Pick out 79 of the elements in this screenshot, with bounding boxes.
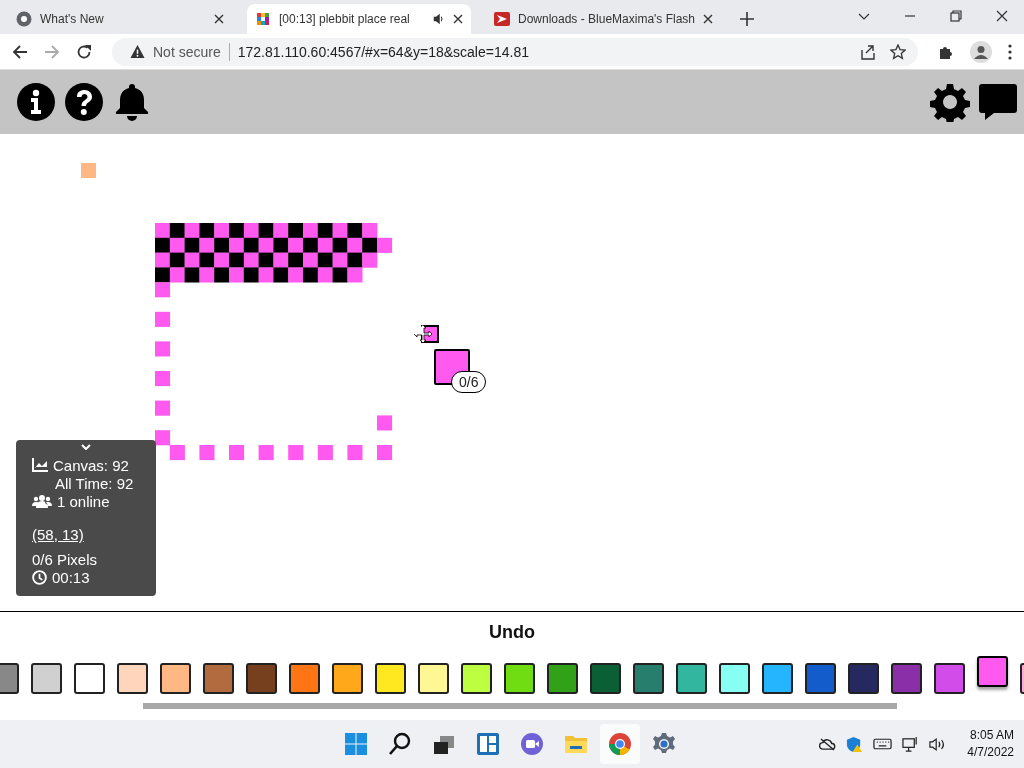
color-swatch[interactable] [633, 663, 664, 694]
share-icon[interactable] [860, 43, 876, 60]
pixel [81, 163, 96, 178]
chevron-down-icon[interactable] [81, 444, 91, 450]
all-time-count: All Time: 92 [55, 474, 134, 492]
color-swatch[interactable] [203, 663, 234, 694]
color-swatch[interactable] [590, 663, 621, 694]
browser-tab[interactable]: [00:13] plebbit place real [247, 4, 471, 34]
pixel-counter: 0/6 [451, 371, 487, 393]
address-bar[interactable]: Not secure 172.81.110.60:4567/#x=64&y=18&scale=14.81 [112, 37, 918, 66]
more-menu-icon[interactable] [1008, 43, 1012, 60]
gear-icon[interactable] [652, 732, 676, 756]
move-cursor-icon [413, 324, 439, 344]
new-tab-icon[interactable] [740, 12, 755, 26]
browser-tab[interactable]: Downloads - BlueMaxima's Flash [486, 4, 722, 34]
security-label: Not secure [153, 43, 221, 60]
speaker-icon[interactable] [433, 13, 445, 25]
users-icon [32, 494, 52, 508]
color-swatch[interactable] [160, 663, 191, 694]
warning-icon [130, 44, 145, 59]
color-swatch[interactable] [117, 663, 148, 694]
color-swatch[interactable] [977, 656, 1008, 687]
reload-icon[interactable] [76, 43, 92, 60]
close-icon[interactable] [214, 14, 224, 24]
coordinates-link[interactable]: (58, 13) [32, 526, 84, 543]
color-swatch[interactable] [375, 663, 406, 694]
close-icon[interactable] [996, 10, 1008, 22]
video-chat-icon[interactable] [520, 732, 544, 756]
info-icon[interactable] [16, 82, 56, 122]
close-icon[interactable] [703, 14, 714, 24]
url-text: 172.81.110.60:4567/#x=64&y=18&scale=14.81 [237, 43, 529, 60]
color-swatch[interactable] [289, 663, 320, 694]
color-swatch[interactable] [547, 663, 578, 694]
color-swatch[interactable] [848, 663, 879, 694]
color-swatch[interactable] [934, 663, 965, 694]
color-swatch[interactable] [332, 663, 363, 694]
canvas-count: Canvas: 92 [53, 456, 129, 474]
clock-date: 4/7/2022 [967, 744, 1014, 761]
tab-title: Downloads - BlueMaxima's Flash [518, 12, 696, 26]
chat-bubble-icon[interactable] [978, 82, 1018, 122]
color-swatch[interactable] [762, 663, 793, 694]
network-icon[interactable] [902, 735, 920, 753]
clock-icon [32, 569, 47, 585]
browser-tab[interactable]: What's New [8, 4, 232, 34]
color-swatch[interactable] [461, 663, 492, 694]
scrollbar-thumb[interactable] [143, 703, 897, 709]
color-swatch[interactable] [719, 663, 750, 694]
back-arrow-icon[interactable] [12, 43, 28, 60]
chrome-icon[interactable] [608, 732, 632, 756]
timer: 00:13 [52, 568, 90, 586]
chart-icon [32, 458, 48, 472]
tab-title: What's New [40, 12, 105, 26]
color-swatch[interactable] [676, 663, 707, 694]
keyboard-icon[interactable] [873, 738, 893, 750]
settings-icon[interactable] [930, 82, 970, 122]
color-grid-icon [255, 11, 271, 27]
color-swatch[interactable] [891, 663, 922, 694]
flash-logo-icon [494, 11, 510, 27]
widgets-icon[interactable] [476, 732, 500, 756]
profile-icon[interactable] [970, 40, 992, 63]
color-swatch[interactable] [418, 663, 449, 694]
search-icon[interactable] [388, 732, 412, 756]
tab-title: [00:13] plebbit place real [279, 12, 411, 26]
undo-button[interactable]: Undo [485, 622, 539, 643]
close-icon[interactable] [453, 14, 463, 24]
shield-warning-icon[interactable] [846, 735, 864, 753]
help-icon[interactable] [64, 82, 104, 122]
color-swatch[interactable] [31, 663, 62, 694]
color-swatch[interactable] [504, 663, 535, 694]
windows-logo-icon[interactable] [344, 732, 368, 756]
color-swatch[interactable] [74, 663, 105, 694]
clock-time: 8:05 AM [969, 727, 1014, 744]
online-count: 1 online [57, 492, 110, 510]
cloud-off-icon[interactable] [819, 737, 837, 751]
star-icon[interactable] [890, 43, 906, 60]
restore-icon[interactable] [950, 10, 962, 22]
pixels-count: 0/6 Pixels [32, 551, 99, 568]
color-swatch[interactable] [246, 663, 277, 694]
color-swatch[interactable] [805, 663, 836, 694]
